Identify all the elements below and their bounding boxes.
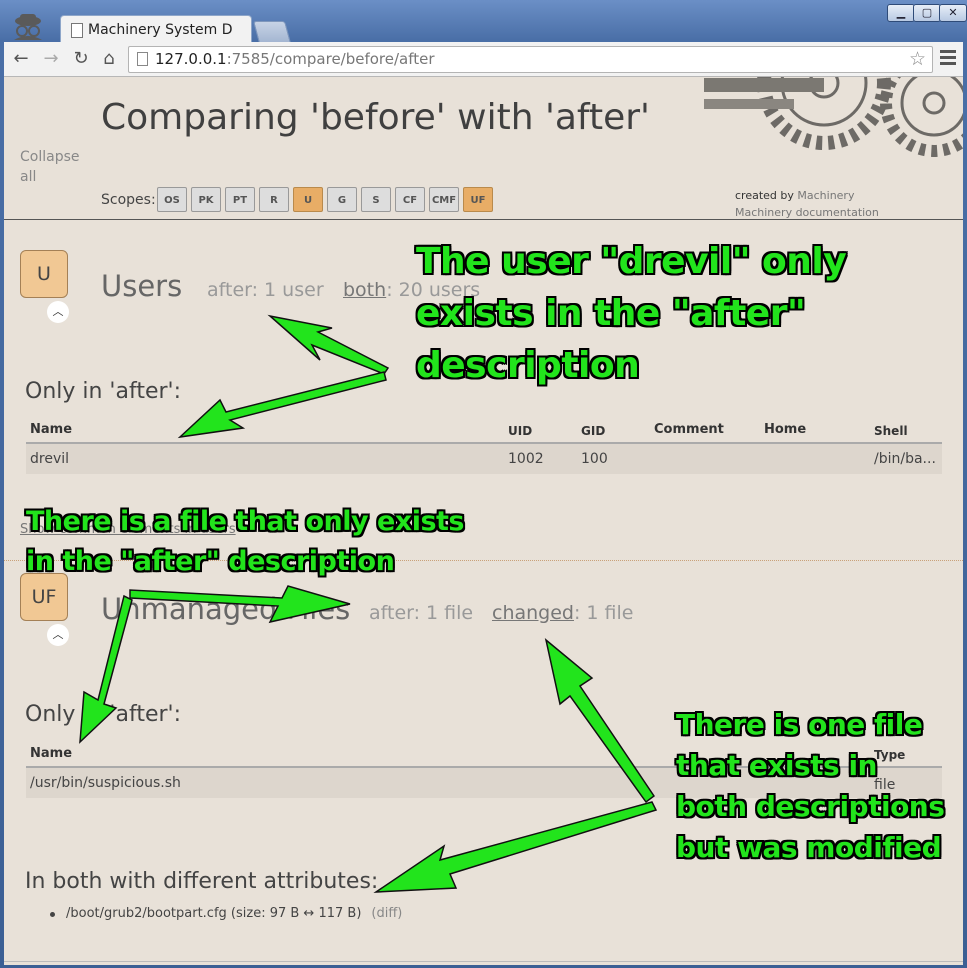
unmanaged-files-collapse-chevron-icon[interactable]: ︿ bbox=[47, 624, 69, 646]
browser-toolbar: ← → ↻ ⌂ 127.0.0.1:7585/compare/before/af… bbox=[4, 42, 963, 77]
scope-button-cmf[interactable]: CMF bbox=[429, 187, 459, 212]
url-text: 127.0.0.1:7585/compare/before/after bbox=[155, 50, 435, 68]
bottom-divider bbox=[4, 961, 963, 962]
header-divider bbox=[4, 219, 963, 220]
forward-arrow-icon[interactable]: → bbox=[40, 48, 62, 70]
annotation-line: in the "after" description bbox=[26, 546, 395, 577]
annotation-line: exists in the "after" bbox=[416, 293, 806, 334]
cell-shell: /bin/ba... bbox=[874, 451, 936, 467]
back-arrow-icon[interactable]: ← bbox=[10, 48, 32, 70]
menu-icon[interactable] bbox=[940, 50, 956, 68]
scope-button-g[interactable]: G bbox=[327, 187, 357, 212]
close-button[interactable]: ✕ bbox=[939, 4, 967, 22]
list-item: /boot/grub2/bootpart.cfg (size: 97 B ↔ 1… bbox=[49, 906, 402, 921]
scope-button-s[interactable]: S bbox=[361, 187, 391, 212]
col-shell: Shell bbox=[874, 424, 908, 438]
col-comment: Comment bbox=[654, 422, 724, 437]
url-host: 127.0.0.1 bbox=[155, 50, 227, 68]
users-scope-badge: U bbox=[20, 250, 68, 298]
annotation-line: description bbox=[416, 345, 640, 386]
page-icon bbox=[71, 23, 83, 38]
home-icon[interactable]: ⌂ bbox=[98, 48, 120, 70]
annotation-line: that exists in bbox=[676, 749, 878, 782]
users-table: Name UID GID Comment Home Shell drevil 1… bbox=[26, 416, 942, 474]
table-header: Name UID GID Comment Home Shell bbox=[26, 416, 942, 444]
different-attributes-heading: In both with different attributes: bbox=[25, 869, 379, 894]
diff-item-text: /boot/grub2/bootpart.cfg (size: 97 B ↔ 1… bbox=[66, 906, 362, 921]
reload-icon[interactable]: ↻ bbox=[70, 48, 92, 70]
scope-button-u[interactable]: U bbox=[293, 187, 323, 212]
gears-decoration bbox=[704, 77, 963, 157]
table-row: drevil 1002 100 /bin/ba... bbox=[26, 444, 942, 474]
created-by-prefix: created by bbox=[735, 189, 794, 202]
collapse-all-link[interactable]: Collapse all bbox=[20, 147, 90, 187]
unmanaged-files-changed-link[interactable]: changed bbox=[492, 602, 574, 624]
col-name: Name bbox=[30, 422, 73, 437]
users-collapse-chevron-icon[interactable]: ︿ bbox=[47, 301, 69, 323]
annotation-line: both descriptions bbox=[676, 790, 945, 823]
scopes-label: Scopes: bbox=[101, 192, 156, 208]
annotation-user-only-after: The user "drevil" only exists in the "af… bbox=[416, 236, 847, 392]
unmanaged-files-changed-stat: changed: 1 file bbox=[492, 602, 634, 624]
scope-button-pt[interactable]: PT bbox=[225, 187, 255, 212]
users-after-stat: after: 1 user bbox=[207, 279, 324, 301]
tab-title: Machinery System D bbox=[88, 22, 233, 38]
unmanaged-files-after-stat: after: 1 file bbox=[369, 602, 474, 624]
maximize-button[interactable]: ▢ bbox=[913, 4, 941, 22]
created-by: created by Machinery Machinery documenta… bbox=[735, 187, 879, 221]
cell-uid: 1002 bbox=[508, 451, 544, 467]
new-tab-button[interactable] bbox=[253, 21, 291, 43]
scope-button-cf[interactable]: CF bbox=[395, 187, 425, 212]
browser-tab-active[interactable]: Machinery System D bbox=[60, 15, 252, 44]
scope-button-pk[interactable]: PK bbox=[191, 187, 221, 212]
unmanaged-files-title: Unmanaged Files bbox=[101, 592, 351, 626]
users-title: Users bbox=[101, 269, 183, 303]
address-bar[interactable]: 127.0.0.1:7585/compare/before/after ☆ bbox=[128, 46, 933, 73]
page-title: Comparing 'before' with 'after' bbox=[101, 97, 650, 138]
scope-button-r[interactable]: R bbox=[259, 187, 289, 212]
scope-button-uf[interactable]: UF bbox=[463, 187, 493, 212]
users-only-after-heading: Only in 'after': bbox=[25, 379, 181, 404]
incognito-icon bbox=[14, 14, 42, 40]
annotation-line: There is a file that only exists bbox=[26, 506, 465, 537]
cell-name: drevil bbox=[30, 451, 70, 467]
diff-link[interactable]: (diff) bbox=[371, 906, 402, 921]
col-name: Name bbox=[30, 746, 73, 761]
cell-name: /usr/bin/suspicious.sh bbox=[30, 775, 181, 791]
files-only-after-heading: Only in 'after': bbox=[25, 702, 181, 727]
cell-gid: 100 bbox=[581, 451, 608, 467]
users-both-link[interactable]: both bbox=[343, 279, 386, 301]
annotation-line: but was modified bbox=[676, 831, 942, 864]
unmanaged-files-changed-count: : 1 file bbox=[573, 602, 634, 624]
annotation-file-modified: There is one file that exists in both de… bbox=[676, 704, 945, 868]
annotation-line: There is one file bbox=[676, 708, 923, 741]
annotation-file-only-after: There is a file that only exists in the … bbox=[26, 502, 465, 582]
annotation-line: The user "drevil" only bbox=[416, 241, 847, 282]
minimize-button[interactable]: ▁ bbox=[887, 4, 915, 22]
page-icon bbox=[137, 52, 148, 66]
col-uid: UID bbox=[508, 424, 533, 438]
col-home: Home bbox=[764, 422, 807, 437]
url-path: :7585/compare/before/after bbox=[226, 50, 435, 68]
scope-button-os[interactable]: OS bbox=[157, 187, 187, 212]
machinery-link[interactable]: Machinery bbox=[797, 189, 854, 202]
bookmark-star-icon[interactable]: ☆ bbox=[909, 48, 926, 70]
col-gid: GID bbox=[581, 424, 606, 438]
documentation-link[interactable]: Machinery documentation bbox=[735, 206, 879, 219]
